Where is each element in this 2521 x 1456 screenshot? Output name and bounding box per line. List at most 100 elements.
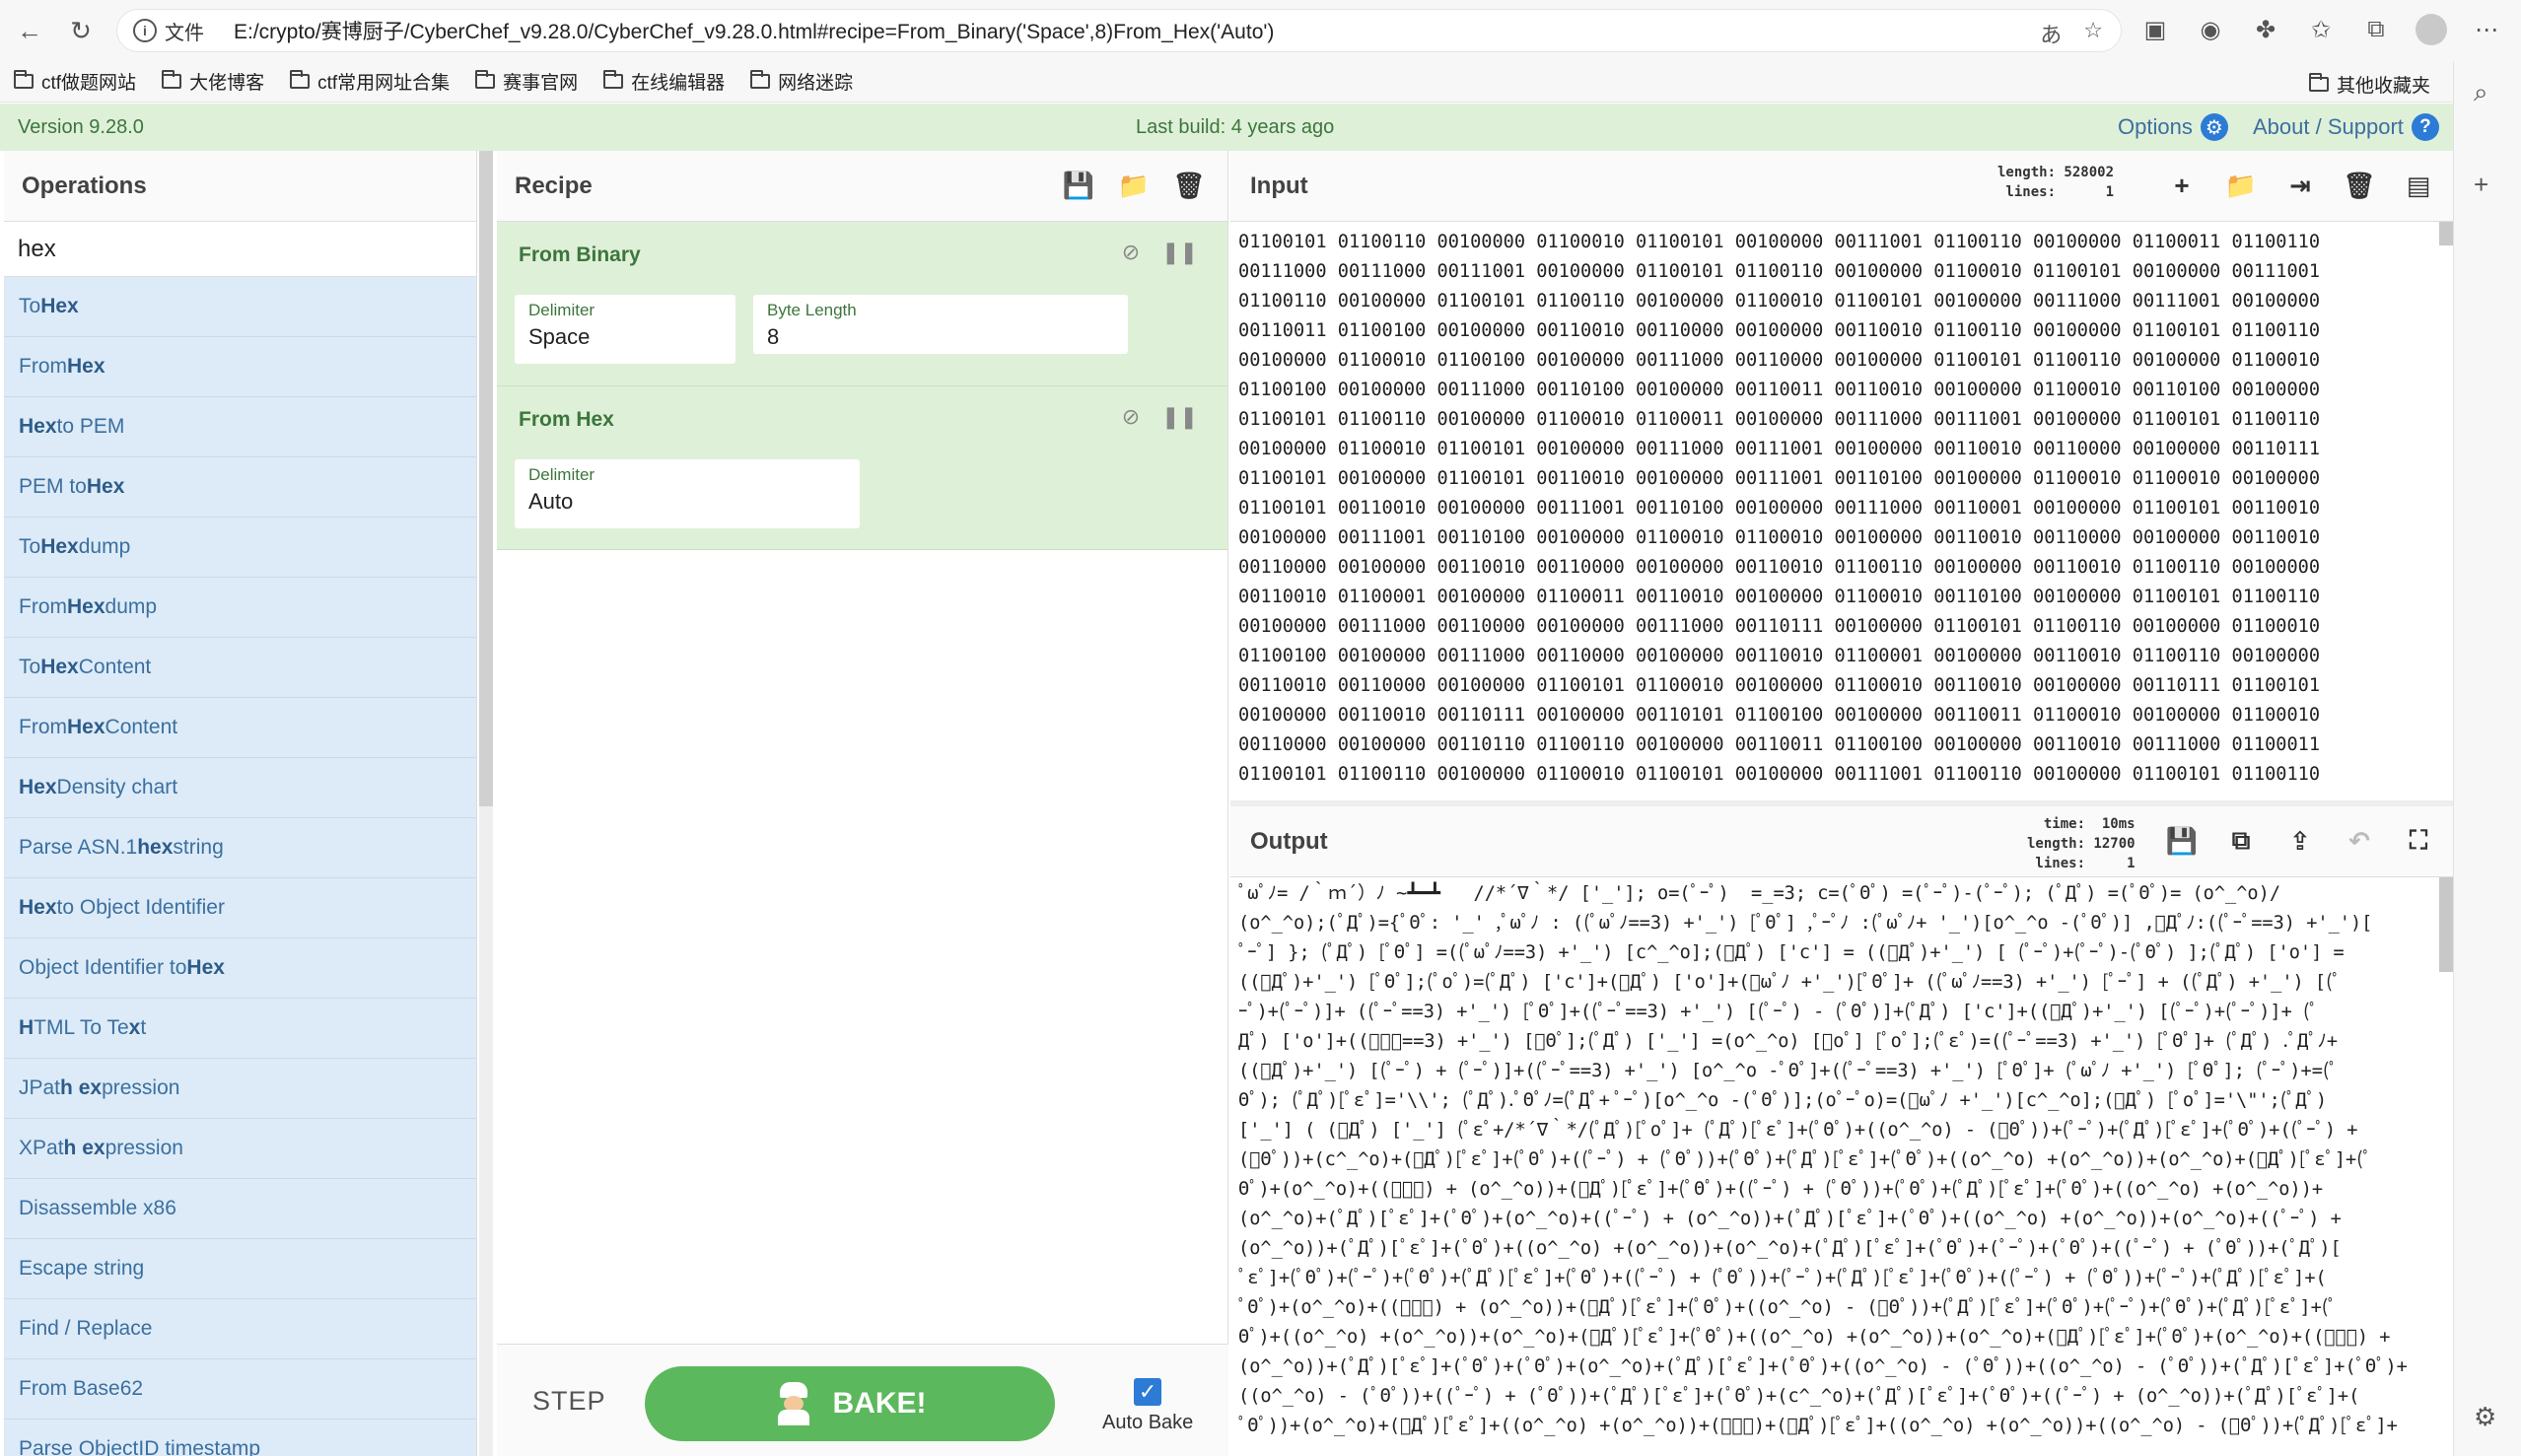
address-url[interactable]: E:/crypto/赛博厨子/CyberChef_v9.28.0/CyberCh… [234, 16, 1274, 45]
address-scheme-label: 文件 [165, 22, 204, 44]
open-folder-icon[interactable]: 📁 [2225, 171, 2257, 200]
other-bookmarks-folder[interactable]: 其他收藏夹 [2308, 71, 2430, 98]
checkmark-icon: ✓ [1134, 1378, 1162, 1406]
operation-item[interactable]: Parse ASN.1 hex string [4, 818, 476, 878]
disable-op-icon[interactable]: ⊘ [1122, 404, 1140, 430]
operation-item[interactable]: From Hex [4, 337, 476, 397]
operation-item[interactable]: XPat h ex pression [4, 1119, 476, 1179]
delimiter-field[interactable]: Delimiter Space [515, 295, 735, 364]
output-textarea[interactable]: ﾟωﾟﾉ= /｀ｍ´）ﾉ ~┻━┻ //*´∇｀*/ ['_']; o=(ﾟｰﾟ… [1238, 879, 2441, 1456]
last-build-label: Last build: 4 years ago [1136, 115, 1335, 138]
operation-item[interactable]: From Hex Content [4, 698, 476, 758]
add-icon[interactable]: + [2474, 170, 2488, 200]
disable-op-icon[interactable]: ⊘ [1122, 240, 1140, 265]
copy-output-icon[interactable]: ⧉ [2226, 825, 2256, 856]
byte-length-field[interactable]: Byte Length 8 [753, 295, 1128, 354]
operation-item[interactable]: Hex to PEM [4, 397, 476, 457]
input-line: 00110011 01100100 00100000 00110010 0011… [1238, 320, 2321, 341]
open-file-icon[interactable]: ⇥ [2285, 171, 2315, 200]
operation-item[interactable]: Hex to Object Identifier [4, 878, 476, 938]
reset-layout-icon[interactable]: ▤ [2404, 171, 2433, 200]
output-line: ﾟΘﾟ))+(o^_^o)+(ﾟДﾟ)[ﾟεﾟ]+((o^_^o) +(o^_^… [1238, 1416, 2398, 1436]
output-panel: Output time: 10ms length: 12700 lines: 1… [1230, 806, 2453, 1456]
output-line: (ﾟΘﾟ))+(c^_^o)+(ﾟДﾟ)[ﾟεﾟ]+(ﾟΘﾟ)+((ﾟｰﾟ) +… [1238, 1149, 2372, 1170]
operation-item[interactable]: Object Identifier to Hex [4, 938, 476, 999]
bake-controls: STEP BAKE! ✓ Auto Bake [497, 1344, 1228, 1456]
save-output-icon[interactable]: 💾 [2166, 826, 2198, 856]
operations-search-input[interactable]: hex [4, 222, 476, 277]
operation-item[interactable]: Parse ObjectID timestamp [4, 1420, 476, 1456]
add-tab-icon[interactable]: + [2167, 171, 2197, 200]
clear-recipe-trash-icon[interactable]: 🗑 [1173, 171, 1206, 200]
favorite-star-icon[interactable]: ☆ [2083, 18, 2103, 49]
operation-item[interactable]: Escape string [4, 1239, 476, 1299]
address-bar[interactable]: i 文件 E:/crypto/赛博厨子/CyberChef_v9.28.0/Cy… [116, 9, 2122, 52]
save-recipe-icon[interactable]: 💾 [1063, 171, 1094, 200]
replace-input-icon[interactable]: ⇪ [2285, 826, 2315, 856]
output-title: Output [1250, 827, 1328, 855]
output-line: Θﾟ); (ﾟДﾟ)[ﾟεﾟ]='\\'; (ﾟДﾟ).ﾟΘﾟﾉ=(ﾟДﾟ+ ﾟ… [1238, 1090, 2328, 1111]
bookmark-folder[interactable]: ctf常用网址合集 [290, 68, 450, 95]
undo-icon[interactable]: ↶ [2345, 826, 2374, 856]
operation-item[interactable]: From Base62 [4, 1359, 476, 1420]
settings-icon[interactable]: ⚙ [2474, 1402, 2496, 1432]
operation-item[interactable]: Hex Density chart [4, 758, 476, 818]
auto-bake-checkbox[interactable]: ✓ Auto Bake [1102, 1378, 1193, 1434]
input-scrollbar[interactable] [2439, 222, 2453, 245]
bookmark-folder[interactable]: 大佬博客 [162, 68, 264, 95]
info-icon[interactable]: i [133, 19, 157, 42]
chef-icon [774, 1382, 813, 1425]
output-line: ﾟΘﾟ)+(o^_^o)+((ﾟｰﾟ) + (o^_^o))+(ﾟДﾟ)[ﾟεﾟ… [1238, 1297, 2338, 1318]
folder-icon [475, 70, 496, 89]
favorites-icon[interactable]: ✩ [2305, 12, 2337, 47]
operation-item[interactable]: To Hex [4, 277, 476, 337]
maximize-output-icon[interactable]: ⛶ [2404, 825, 2433, 856]
more-menu-icon[interactable]: ⋯ [2471, 12, 2502, 47]
puzzle-icon[interactable]: ✤ [2250, 12, 2281, 47]
operation-item[interactable]: H TML To Te x t [4, 999, 476, 1059]
collections-icon[interactable]: ⧉ [2360, 12, 2392, 47]
input-textarea[interactable]: 01100101 01100110 00100000 01100010 0110… [1238, 228, 2436, 797]
operation-item[interactable]: Find / Replace [4, 1299, 476, 1359]
extension-icon[interactable]: ▣ [2139, 12, 2171, 47]
bookmark-folder[interactable]: 网络迷踪 [750, 68, 853, 95]
output-line: ((ﾟДﾟ)+'_') [(ﾟｰﾟ) + (ﾟｰﾟ)]+((ﾟｰﾟ==3) +'… [1238, 1061, 2339, 1081]
operations-scrollbar[interactable] [479, 151, 493, 806]
operation-item[interactable]: To Hex dump [4, 518, 476, 578]
input-line: 00110000 00100000 00110010 00110000 0010… [1238, 557, 2321, 578]
bookmark-folder[interactable]: ctf做题网站 [14, 68, 136, 95]
delimiter-field[interactable]: Delimiter Auto [515, 459, 860, 528]
bookmark-folder[interactable]: 在线编辑器 [603, 68, 725, 95]
output-line: ((o^_^o) - (ﾟΘﾟ))+((ﾟｰﾟ) + (ﾟΘﾟ))+(ﾟДﾟ)[… [1238, 1386, 2360, 1407]
search-icon[interactable]: ⌕ [2474, 77, 2488, 108]
operation-item[interactable]: JPat h ex pression [4, 1059, 476, 1119]
recipe-op-from-binary[interactable]: From Binary ⊘ ❚❚ Delimiter Space Byte Le… [497, 222, 1227, 386]
pause-op-icon[interactable]: ❚❚ [1161, 404, 1198, 430]
step-button[interactable]: STEP [532, 1386, 606, 1417]
clear-input-trash-icon[interactable]: 🗑 [2344, 171, 2376, 200]
op-title: From Binary [519, 243, 641, 266]
folder-icon [14, 70, 34, 89]
profile-avatar[interactable] [2416, 12, 2447, 47]
record-icon[interactable]: ◉ [2195, 12, 2226, 47]
operation-item[interactable]: PEM to Hex [4, 457, 476, 518]
reload-button[interactable]: ↻ [55, 5, 106, 56]
bookmark-folder[interactable]: 赛事官网 [475, 68, 578, 95]
pause-op-icon[interactable]: ❚❚ [1161, 240, 1198, 265]
back-button[interactable]: ← [4, 5, 55, 56]
operations-title: Operations [4, 151, 476, 222]
operation-item[interactable]: To Hex Content [4, 638, 476, 698]
options-link[interactable]: Options ⚙ [2118, 113, 2228, 141]
recipe-op-from-hex[interactable]: From Hex ⊘ ❚❚ Delimiter Auto [497, 386, 1227, 550]
read-aloud-icon[interactable]: あ [2040, 18, 2062, 49]
operation-item[interactable]: Disassemble x86 [4, 1179, 476, 1239]
output-line: ﾟωﾟﾉ= /｀ｍ´）ﾉ ~┻━┻ //*´∇｀*/ ['_']; o=(ﾟｰﾟ… [1238, 883, 2281, 904]
operation-item[interactable]: From Hex dump [4, 578, 476, 638]
output-scrollbar[interactable] [2439, 877, 2453, 972]
output-line: ﾟεﾟ]+(ﾟΘﾟ)+(ﾟｰﾟ)+(ﾟΘﾟ)+(ﾟДﾟ)[ﾟεﾟ]+(ﾟΘﾟ)+… [1238, 1268, 2327, 1288]
load-recipe-folder-icon[interactable]: 📁 [1118, 171, 1150, 200]
about-support-link[interactable]: About / Support? [2253, 113, 2439, 141]
bake-button[interactable]: BAKE! [645, 1366, 1055, 1441]
input-line: 00100000 00110010 00110111 00100000 0011… [1238, 705, 2321, 726]
output-line: ﾟｰﾟ] }; (ﾟДﾟ) [ﾟΘﾟ] =((ﾟωﾟﾉ==3) +'_') [c… [1238, 942, 2345, 963]
